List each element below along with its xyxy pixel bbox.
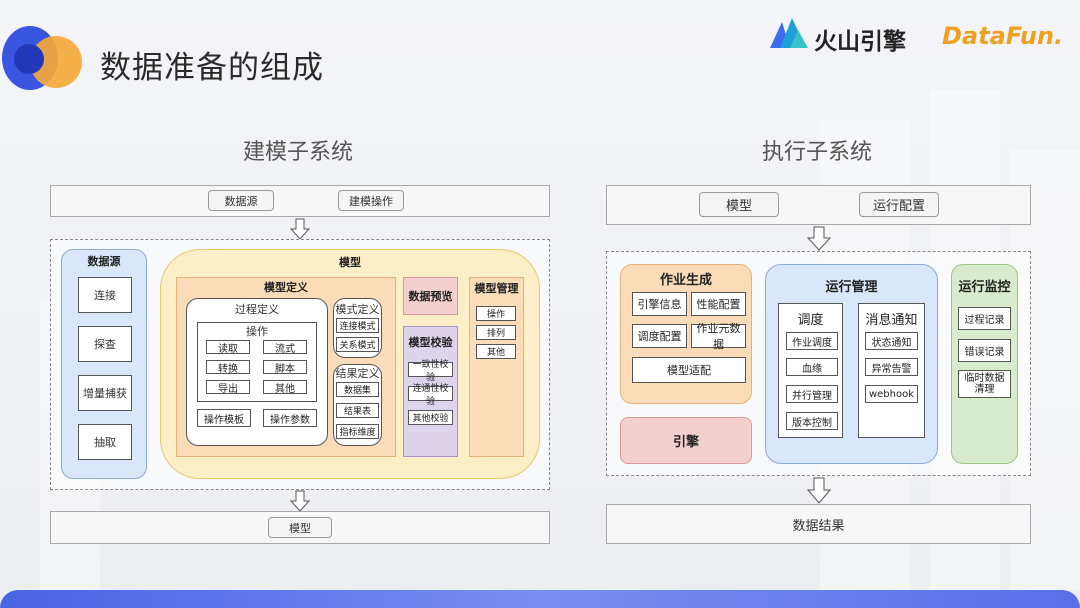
data-preview-box: 数据预览 — [403, 277, 458, 315]
monitor-error-log: 错误记录 — [958, 339, 1011, 362]
validation-other: 其他校验 — [408, 410, 453, 425]
job-engine-info: 引擎信息 — [632, 292, 687, 316]
execution-input-model: 模型 — [699, 192, 779, 217]
notify-title: 消息通知 — [865, 312, 918, 328]
volcano-logo-icon — [770, 18, 808, 48]
engine-box: 引擎 — [620, 417, 752, 464]
job-metadata: 作业元数据 — [691, 322, 746, 351]
job-model-adapt: 模型适配 — [632, 357, 746, 383]
notify-status: 状态通知 — [865, 332, 918, 350]
arrow-down-icon — [807, 226, 831, 251]
run-management-title: 运行管理 — [825, 279, 878, 295]
monitor-process-log: 过程记录 — [958, 307, 1011, 330]
execution-input-bar — [606, 185, 1031, 225]
modeling-subsystem-title: 建模子系统 — [243, 140, 354, 165]
modeling-input-operations: 建模操作 — [338, 190, 404, 211]
result-metrics: 指标维度 — [336, 424, 379, 439]
model-definition-title: 模型定义 — [264, 281, 308, 294]
datasource-connect: 连接 — [78, 277, 132, 313]
operation-title: 操作 — [246, 325, 268, 338]
notify-webhook: webhook — [865, 385, 918, 403]
schedule-title: 调度 — [797, 312, 824, 328]
datasource-cdc: 增量捕获 — [78, 375, 132, 411]
arrow-down-icon — [807, 477, 831, 504]
footer-band — [0, 590, 1080, 608]
brand-volcano-engine: 火山引擎 — [814, 29, 906, 55]
execution-input-runconfig: 运行配置 — [859, 192, 939, 217]
op-read: 读取 — [206, 340, 250, 355]
management-operate: 操作 — [476, 306, 516, 321]
result-definition-title: 结果定义 — [335, 367, 380, 380]
execution-output-bar: 数据结果 — [606, 504, 1031, 544]
management-arrange: 排列 — [476, 325, 516, 340]
op-other: 其他 — [263, 380, 307, 395]
management-other: 其他 — [476, 344, 516, 359]
modeling-input-datasource: 数据源 — [208, 190, 274, 211]
result-dataset: 数据集 — [336, 382, 379, 397]
execution-subsystem-title: 执行子系统 — [762, 140, 873, 165]
op-stream: 流式 — [263, 340, 307, 355]
notify-alert: 异常告警 — [865, 358, 918, 376]
schedule-version: 版本控制 — [786, 412, 838, 430]
op-transform: 转换 — [206, 360, 250, 375]
model-validation-title: 模型校验 — [408, 336, 453, 349]
schedule-parallel: 并行管理 — [786, 385, 838, 403]
validation-connectivity: 连通性校验 — [408, 384, 453, 407]
brand-datafun: DataFun. — [942, 22, 1064, 50]
op-template: 操作模板 — [197, 409, 251, 427]
validation-consistency: 一致性校验 — [408, 360, 453, 383]
process-definition-title: 过程定义 — [235, 303, 279, 316]
run-monitor-title: 运行监控 — [958, 279, 1011, 295]
datasource-extract: 抽取 — [78, 424, 132, 460]
schema-definition-title: 模式定义 — [335, 303, 380, 316]
op-script: 脚本 — [263, 360, 307, 375]
model-management-title: 模型管理 — [474, 282, 519, 295]
schedule-lineage: 血缘 — [786, 358, 838, 376]
modeling-output-model: 模型 — [268, 517, 332, 538]
arrow-down-icon — [290, 218, 310, 240]
logo-circle-inner — [14, 44, 44, 74]
op-export: 导出 — [206, 380, 250, 395]
op-params: 操作参数 — [263, 409, 317, 427]
schedule-job: 作业调度 — [786, 332, 838, 350]
schema-relation: 关系模式 — [336, 337, 379, 352]
job-performance-config: 性能配置 — [691, 292, 746, 316]
model-panel-title: 模型 — [339, 256, 361, 269]
arrow-down-icon — [290, 490, 310, 512]
datasource-explore: 探查 — [78, 326, 132, 362]
monitor-temp-cleanup: 临时数据 清理 — [958, 370, 1011, 398]
datasource-panel-title: 数据源 — [87, 255, 121, 268]
result-table: 结果表 — [336, 403, 379, 418]
modeling-input-bar — [50, 185, 550, 217]
job-schedule-config: 调度配置 — [632, 324, 687, 348]
model-management-box — [469, 277, 524, 457]
schema-join: 连接模式 — [336, 318, 379, 333]
job-generation-title: 作业生成 — [659, 272, 712, 288]
slide-title: 数据准备的组成 — [100, 50, 324, 86]
